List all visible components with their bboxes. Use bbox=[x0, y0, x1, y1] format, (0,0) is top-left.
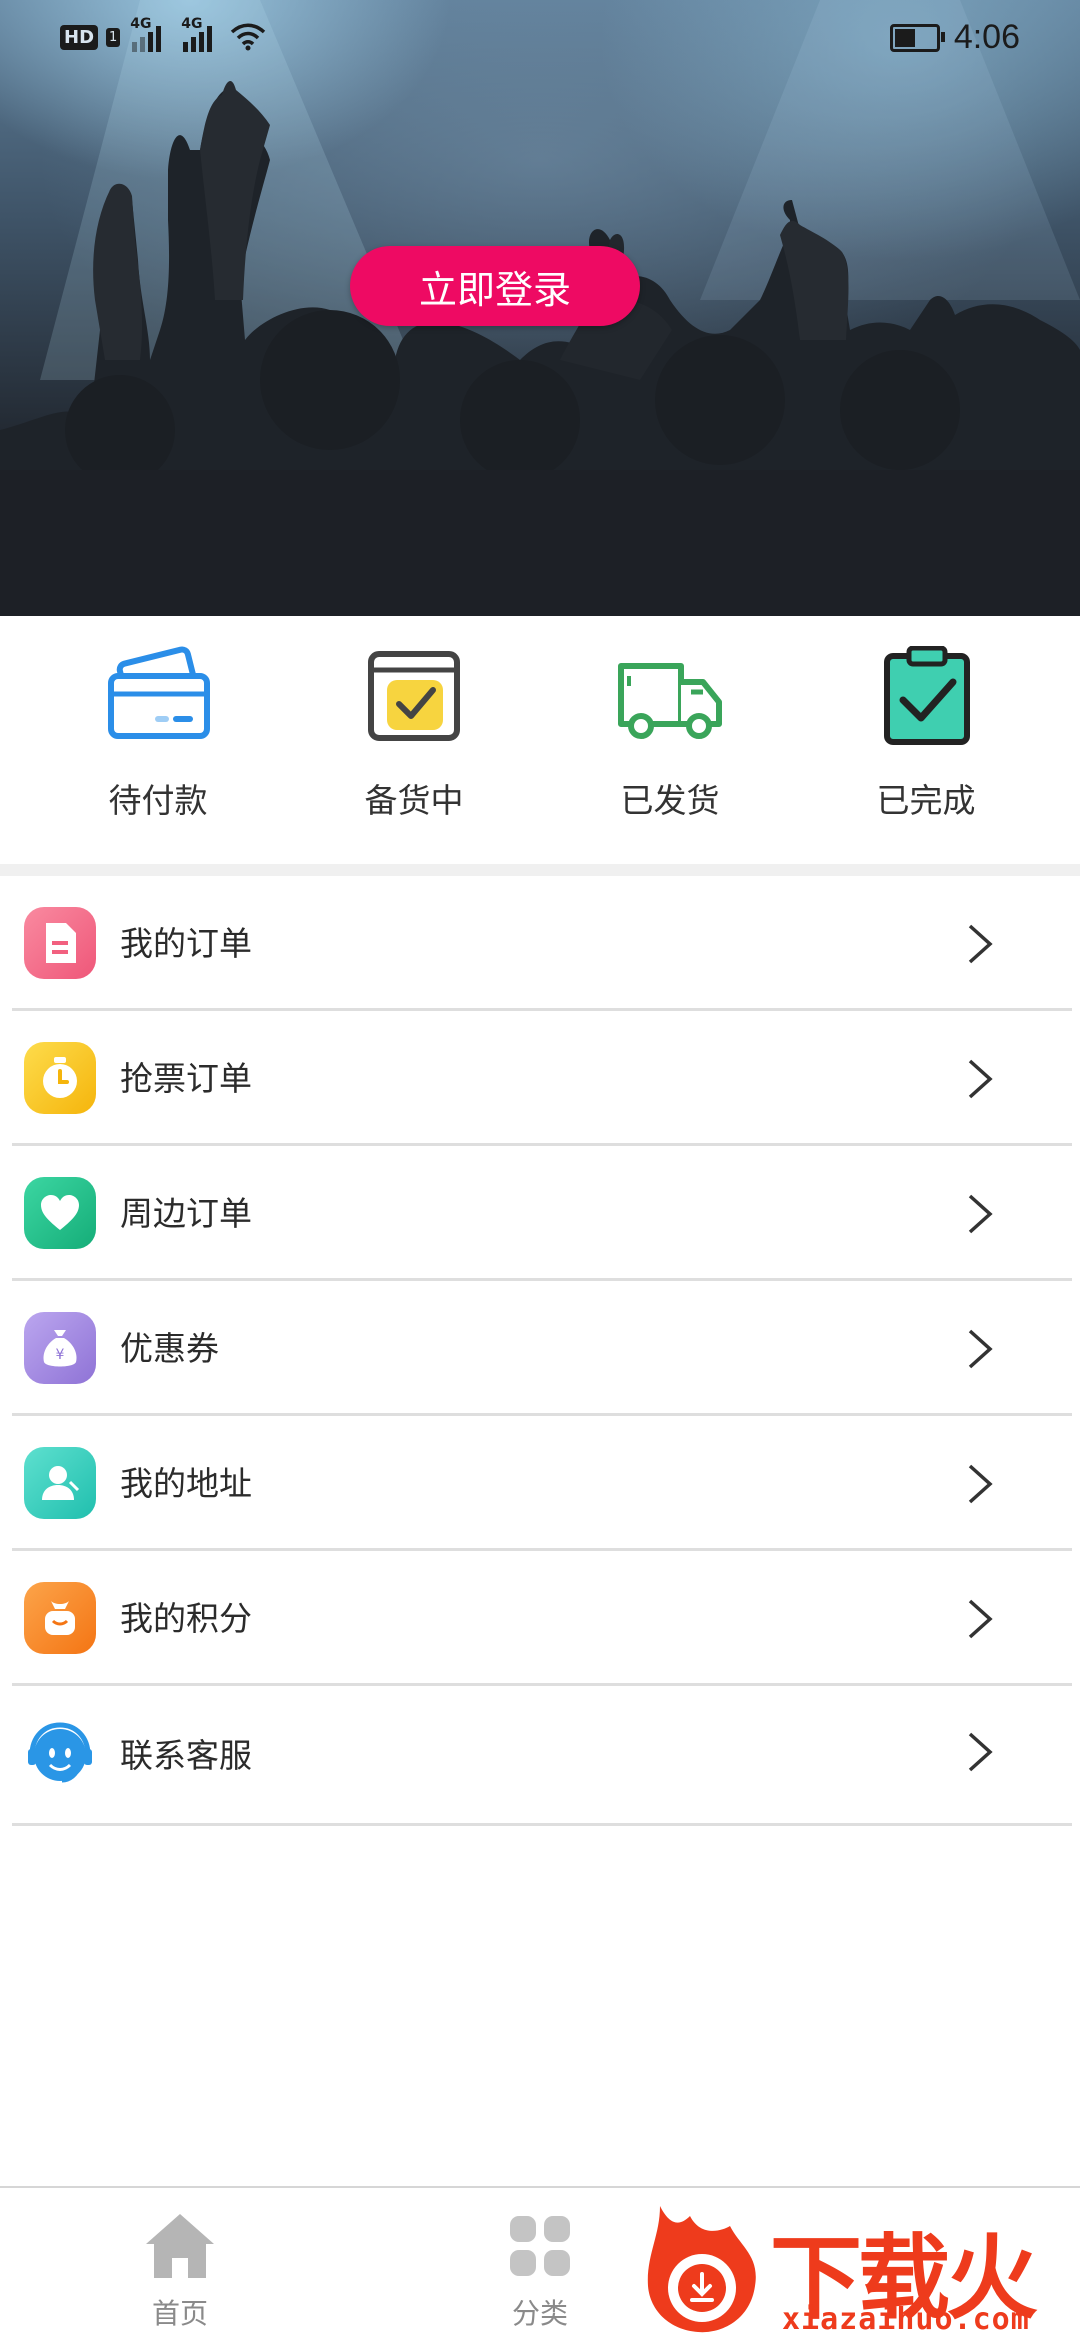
menu-item-label: 我的订单 bbox=[120, 924, 252, 963]
network-type-label: 4G bbox=[181, 16, 203, 32]
wifi-icon bbox=[231, 23, 266, 51]
headset-icon bbox=[24, 1717, 96, 1789]
menu-item-my-points[interactable]: 我的积分 bbox=[0, 1551, 1080, 1686]
document-icon bbox=[24, 907, 96, 979]
nav-home[interactable]: 首页 bbox=[100, 2210, 260, 2332]
sim-indicator: 1 bbox=[106, 27, 121, 47]
order-status-completed[interactable]: 已完成 bbox=[798, 616, 1054, 864]
signal-icon: 4G bbox=[130, 16, 162, 52]
nav-label: 分类 bbox=[511, 2297, 568, 2330]
grid-icon bbox=[510, 2216, 570, 2276]
menu-item-ticket-orders[interactable]: 抢票订单 bbox=[0, 1011, 1080, 1146]
chevron-right-icon bbox=[968, 924, 993, 964]
chevron-right-icon bbox=[968, 1464, 993, 1504]
status-bar: HD 1 4G 4G 4:06 bbox=[0, 0, 1080, 80]
money-bag-icon: ¥ bbox=[24, 1312, 96, 1384]
calendar-check-icon bbox=[368, 651, 460, 741]
battery-icon bbox=[889, 23, 945, 52]
chevron-right-icon bbox=[968, 1732, 993, 1772]
menu-item-label: 周边订单 bbox=[120, 1194, 252, 1233]
order-status-pending-payment[interactable]: 待付款 bbox=[30, 616, 286, 864]
svg-text:¥: ¥ bbox=[56, 1347, 65, 1363]
nav-category[interactable]: 分类 bbox=[460, 2210, 620, 2332]
watermark-logo: 下载火 xiazaihuo.com bbox=[640, 2196, 1080, 2340]
stopwatch-icon bbox=[24, 1042, 96, 1114]
flame-icon bbox=[647, 2206, 756, 2333]
network-type-label: 4G bbox=[130, 16, 152, 32]
hero-banner: HD 1 4G 4G 4:06 立即登录 bbox=[0, 0, 1080, 616]
gift-bag-icon bbox=[24, 1582, 96, 1654]
nav-label: 首页 bbox=[151, 2297, 208, 2330]
clipboard-check-icon bbox=[884, 646, 970, 745]
card-icon bbox=[108, 646, 210, 739]
clock: 4:06 bbox=[953, 18, 1020, 56]
chevron-right-icon bbox=[968, 1194, 993, 1234]
chevron-right-icon bbox=[968, 1599, 993, 1639]
person-icon bbox=[24, 1447, 96, 1519]
menu-item-customer-service[interactable]: 联系客服 bbox=[0, 1686, 1080, 1826]
hd-badge: HD bbox=[60, 24, 99, 50]
watermark-url: xiazaihuo.com bbox=[782, 2302, 1030, 2337]
account-menu-list: 我的订单 抢票订单 周边订单 ¥ 优惠券 我的地址 我的积分 联系客服 bbox=[0, 876, 1080, 1826]
login-button[interactable]: 立即登录 bbox=[350, 246, 640, 326]
order-status-label: 已发货 bbox=[620, 781, 720, 820]
menu-item-coupons[interactable]: ¥ 优惠券 bbox=[0, 1281, 1080, 1416]
divider bbox=[12, 1823, 1072, 1826]
menu-item-label: 我的地址 bbox=[120, 1464, 252, 1503]
menu-item-label: 联系客服 bbox=[120, 1736, 252, 1775]
order-status-row: 待付款 备货中 已发货 已完成 bbox=[0, 616, 1080, 864]
menu-item-merch-orders[interactable]: 周边订单 bbox=[0, 1146, 1080, 1281]
menu-item-label: 优惠券 bbox=[120, 1329, 219, 1368]
signal-icon: 4G bbox=[181, 16, 213, 52]
order-status-preparing[interactable]: 备货中 bbox=[286, 616, 542, 864]
order-status-label: 待付款 bbox=[108, 781, 208, 820]
menu-item-label: 我的积分 bbox=[120, 1599, 252, 1638]
order-status-shipped[interactable]: 已发货 bbox=[542, 616, 798, 864]
heart-icon bbox=[24, 1177, 96, 1249]
order-status-label: 已完成 bbox=[876, 781, 976, 820]
menu-item-my-orders[interactable]: 我的订单 bbox=[0, 876, 1080, 1011]
section-divider bbox=[0, 864, 1080, 876]
order-status-label: 备货中 bbox=[364, 781, 464, 820]
chevron-right-icon bbox=[968, 1329, 993, 1369]
menu-item-my-address[interactable]: 我的地址 bbox=[0, 1416, 1080, 1551]
chevron-right-icon bbox=[968, 1059, 993, 1099]
truck-icon bbox=[618, 663, 722, 739]
home-icon bbox=[146, 2214, 214, 2278]
menu-item-label: 抢票订单 bbox=[120, 1059, 252, 1098]
